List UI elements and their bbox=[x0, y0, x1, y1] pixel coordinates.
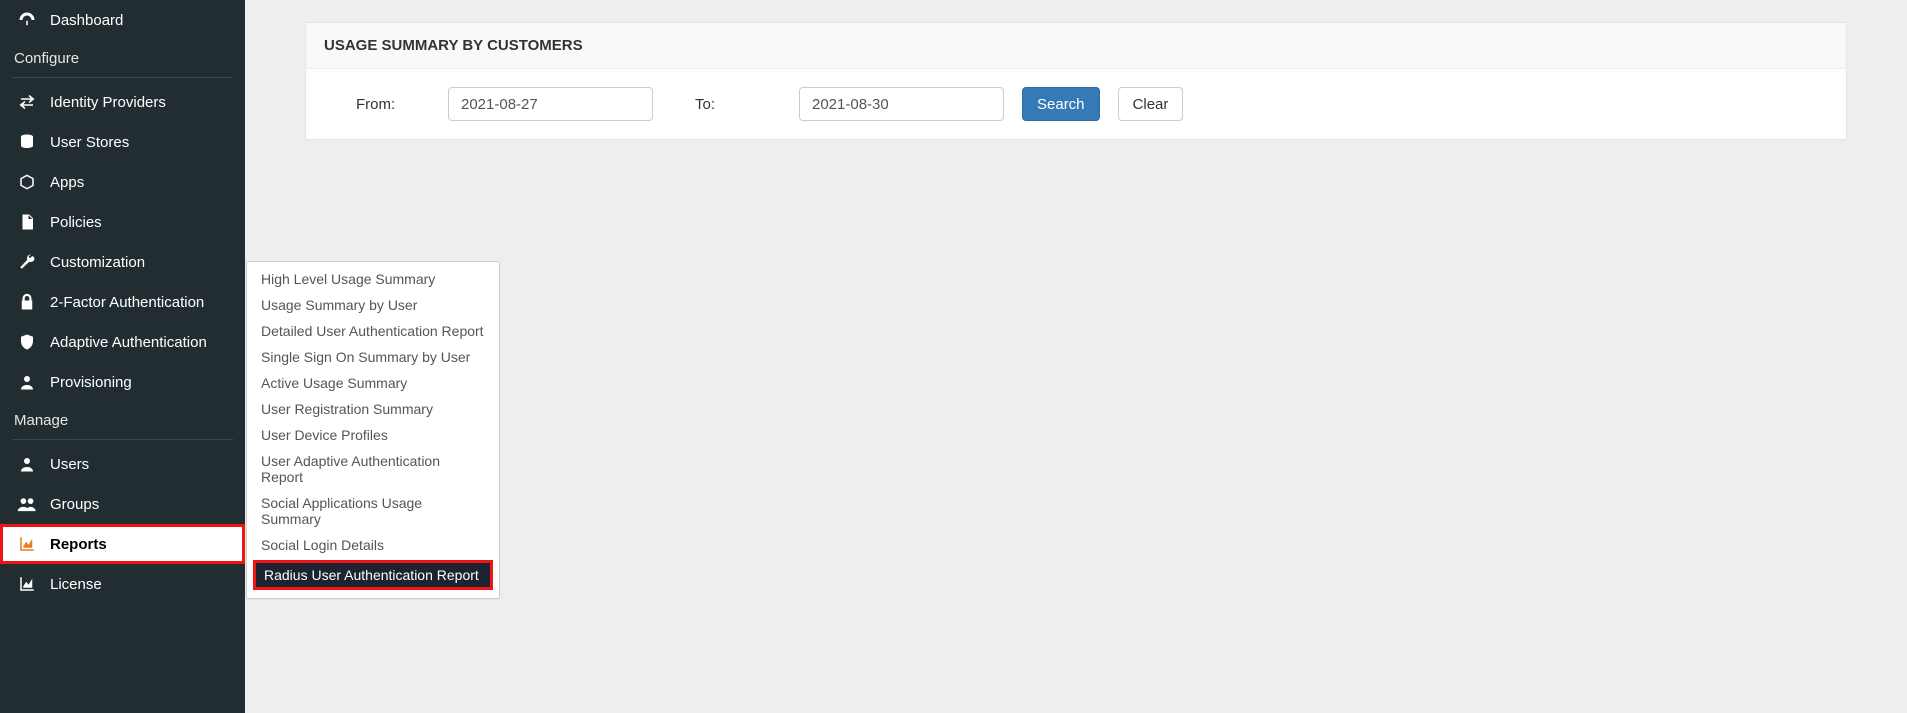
search-button[interactable]: Search bbox=[1022, 87, 1100, 121]
shield-icon bbox=[16, 332, 38, 352]
search-panel: USAGE SUMMARY BY CUSTOMERS From: To: Sea… bbox=[305, 22, 1847, 140]
sidebar-item-label: Identity Providers bbox=[50, 94, 166, 111]
exchange-icon bbox=[16, 92, 38, 112]
sidebar-section-configure: Configure bbox=[0, 40, 245, 77]
sidebar-item-label: Dashboard bbox=[50, 12, 123, 29]
sidebar-item-2fa[interactable]: 2-Factor Authentication bbox=[0, 282, 245, 322]
file-icon bbox=[16, 212, 38, 232]
sidebar-item-label: Apps bbox=[50, 174, 84, 191]
panel-body: From: To: Search Clear bbox=[306, 69, 1846, 139]
sidebar-item-provisioning[interactable]: Provisioning bbox=[0, 362, 245, 402]
sidebar-item-users[interactable]: Users bbox=[0, 444, 245, 484]
user-icon bbox=[16, 454, 38, 474]
to-label: To: bbox=[695, 96, 745, 113]
sidebar-item-label: 2-Factor Authentication bbox=[50, 294, 204, 311]
sidebar-item-customization[interactable]: Customization bbox=[0, 242, 245, 282]
sidebar-item-label: User Stores bbox=[50, 134, 129, 151]
panel-title: USAGE SUMMARY BY CUSTOMERS bbox=[306, 23, 1846, 69]
area-chart-icon bbox=[16, 574, 38, 594]
sidebar-item-dashboard[interactable]: Dashboard bbox=[0, 0, 245, 40]
sidebar-item-reports[interactable]: Reports bbox=[0, 524, 245, 564]
submenu-item-radius-auth-report[interactable]: Radius User Authentication Report bbox=[253, 560, 493, 590]
clear-button[interactable]: Clear bbox=[1118, 87, 1184, 121]
dashboard-icon bbox=[16, 10, 38, 30]
submenu-item-social-apps-usage[interactable]: Social Applications Usage Summary bbox=[247, 490, 499, 532]
submenu-item-sso-summary[interactable]: Single Sign On Summary by User bbox=[247, 344, 499, 370]
sidebar-item-label: Groups bbox=[50, 496, 99, 513]
cube-icon bbox=[16, 172, 38, 192]
submenu-item-user-registration[interactable]: User Registration Summary bbox=[247, 396, 499, 422]
reports-submenu: High Level Usage Summary Usage Summary b… bbox=[246, 261, 500, 599]
sidebar-item-groups[interactable]: Groups bbox=[0, 484, 245, 524]
users-icon bbox=[16, 494, 38, 514]
from-date-input[interactable] bbox=[448, 87, 653, 121]
submenu-item-adaptive-auth-report[interactable]: User Adaptive Authentication Report bbox=[247, 448, 499, 490]
submenu-item-device-profiles[interactable]: User Device Profiles bbox=[247, 422, 499, 448]
sidebar-item-label: Provisioning bbox=[50, 374, 132, 391]
sidebar-item-identity-providers[interactable]: Identity Providers bbox=[0, 82, 245, 122]
user-icon bbox=[16, 372, 38, 392]
sidebar-item-label: Reports bbox=[50, 536, 107, 553]
submenu-item-usage-by-user[interactable]: Usage Summary by User bbox=[247, 292, 499, 318]
sidebar: Dashboard Configure Identity Providers U… bbox=[0, 0, 245, 713]
lock-icon bbox=[16, 292, 38, 312]
area-chart-icon bbox=[16, 534, 38, 554]
submenu-item-high-level-usage[interactable]: High Level Usage Summary bbox=[247, 266, 499, 292]
sidebar-item-label: Adaptive Authentication bbox=[50, 334, 207, 351]
wrench-icon bbox=[16, 252, 38, 272]
from-label: From: bbox=[356, 96, 406, 113]
sidebar-item-label: License bbox=[50, 576, 102, 593]
submenu-item-detailed-user-auth[interactable]: Detailed User Authentication Report bbox=[247, 318, 499, 344]
submenu-item-social-login[interactable]: Social Login Details bbox=[247, 532, 499, 558]
to-date-input[interactable] bbox=[799, 87, 1004, 121]
sidebar-item-user-stores[interactable]: User Stores bbox=[0, 122, 245, 162]
sidebar-item-label: Customization bbox=[50, 254, 145, 271]
sidebar-item-policies[interactable]: Policies bbox=[0, 202, 245, 242]
sidebar-item-label: Users bbox=[50, 456, 89, 473]
divider bbox=[12, 439, 233, 440]
sidebar-item-license[interactable]: License bbox=[0, 564, 245, 604]
database-icon bbox=[16, 132, 38, 152]
sidebar-section-manage: Manage bbox=[0, 402, 245, 439]
sidebar-item-adaptive-auth[interactable]: Adaptive Authentication bbox=[0, 322, 245, 362]
divider bbox=[12, 77, 233, 78]
sidebar-item-label: Policies bbox=[50, 214, 102, 231]
submenu-item-active-usage[interactable]: Active Usage Summary bbox=[247, 370, 499, 396]
sidebar-item-apps[interactable]: Apps bbox=[0, 162, 245, 202]
